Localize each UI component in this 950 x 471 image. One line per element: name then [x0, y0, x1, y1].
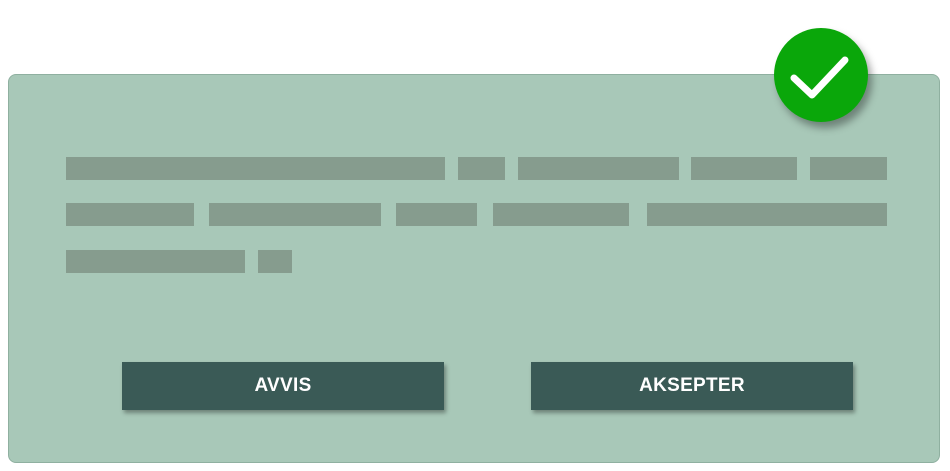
placeholder-text-line: [691, 157, 797, 180]
placeholder-text-line: [66, 250, 245, 273]
reject-button[interactable]: AVVIS: [122, 362, 444, 410]
consent-dialog: AVVIS AKSEPTER: [8, 74, 940, 463]
accept-button[interactable]: AKSEPTER: [531, 362, 853, 410]
placeholder-text-line: [258, 250, 292, 273]
placeholder-text-line: [458, 157, 505, 180]
consent-dialog-stage: AVVIS AKSEPTER: [0, 0, 950, 471]
placeholder-text-line: [493, 203, 629, 226]
placeholder-text-line: [66, 157, 445, 180]
placeholder-text-line: [647, 203, 887, 226]
placeholder-text-line: [209, 203, 381, 226]
checkmark-icon: [790, 56, 849, 99]
placeholder-text-line: [810, 157, 887, 180]
placeholder-text-line: [518, 157, 679, 180]
status-badge: [774, 28, 868, 122]
placeholder-text-line: [396, 203, 477, 226]
reject-button-label: AVVIS: [254, 375, 312, 396]
placeholder-text-line: [66, 203, 194, 226]
accept-button-label: AKSEPTER: [639, 375, 745, 396]
